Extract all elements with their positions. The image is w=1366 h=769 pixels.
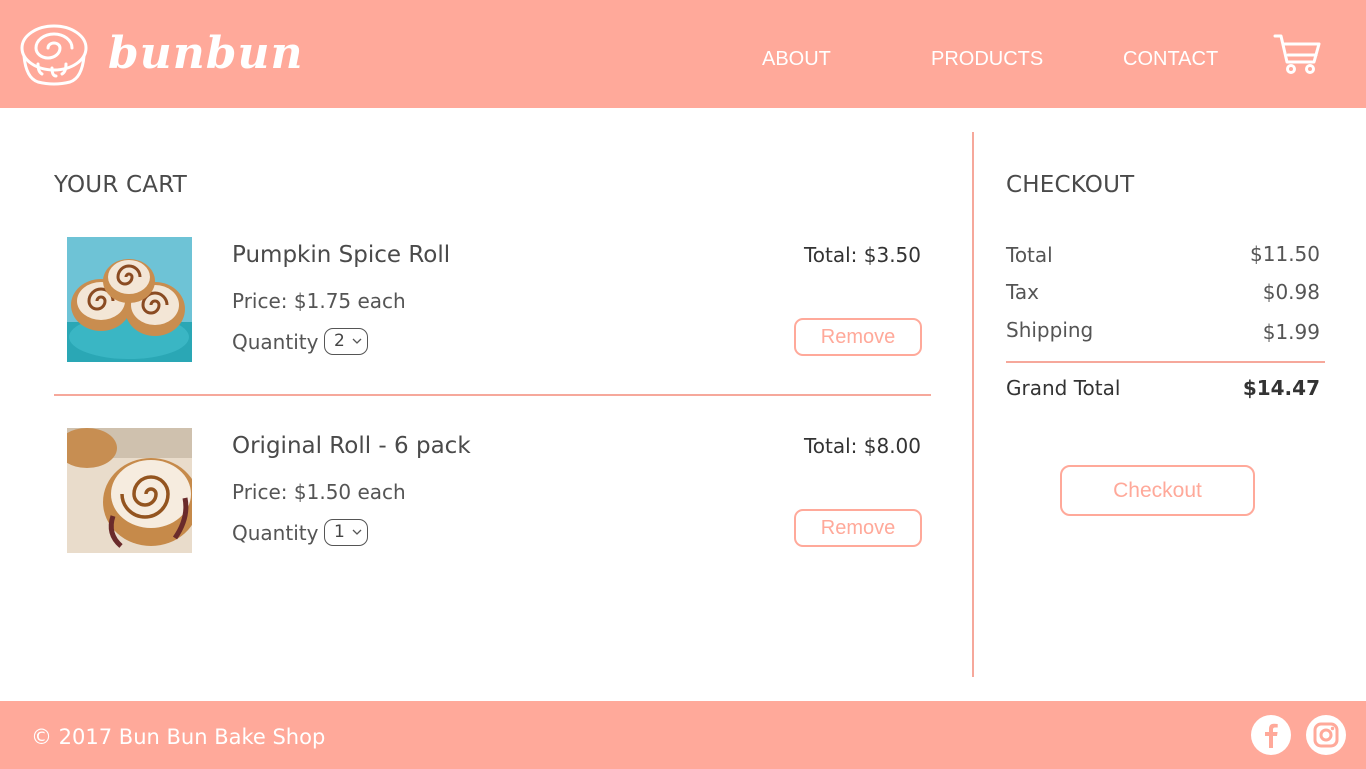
- chevron-down-icon: [352, 529, 362, 535]
- cart-item-name: Pumpkin Spice Roll: [232, 242, 451, 268]
- item-divider: [54, 394, 931, 396]
- summary-divider: [1006, 361, 1325, 363]
- cart-item-price: Price: $1.75 each: [232, 289, 406, 313]
- facebook-icon: [1265, 723, 1278, 748]
- nav-about[interactable]: ABOUT: [762, 46, 831, 72]
- summary-total-label: Total: [1006, 243, 1053, 267]
- quantity-value: 1: [334, 522, 345, 542]
- column-divider: [972, 132, 974, 677]
- quantity-select[interactable]: 1: [324, 519, 368, 546]
- checkout-title: CHECKOUT: [1006, 172, 1135, 198]
- cinnamon-roll-icon[interactable]: [18, 20, 90, 88]
- quantity-label: Quantity: [232, 330, 319, 354]
- cart-item-name: Original Roll - 6 pack: [232, 433, 471, 459]
- grand-total-value: $14.47: [1242, 376, 1320, 400]
- chevron-down-icon: [352, 338, 362, 344]
- summary-shipping-label: Shipping: [1006, 318, 1094, 342]
- grand-total-label: Grand Total: [1006, 376, 1121, 400]
- remove-button[interactable]: Remove: [794, 509, 922, 547]
- nav-contact[interactable]: CONTACT: [1123, 46, 1218, 72]
- instagram-link[interactable]: [1306, 715, 1346, 755]
- cart-item-total: Total: $8.00: [803, 434, 921, 458]
- product-image-pumpkin-spice-roll: [67, 237, 192, 362]
- checkout-button[interactable]: Checkout: [1060, 465, 1255, 516]
- cart-item-total: Total: $3.50: [803, 243, 921, 267]
- quantity-value: 2: [334, 331, 345, 351]
- facebook-link[interactable]: [1251, 715, 1291, 755]
- summary-shipping-value: $1.99: [1262, 320, 1320, 344]
- summary-total-value: $11.50: [1250, 242, 1320, 266]
- cart-title: YOUR CART: [54, 172, 187, 198]
- summary-tax-value: $0.98: [1262, 280, 1320, 304]
- remove-button[interactable]: Remove: [794, 318, 922, 356]
- cart-item-price: Price: $1.50 each: [232, 480, 406, 504]
- summary-tax-label: Tax: [1006, 280, 1039, 304]
- shopping-cart-icon[interactable]: [1272, 32, 1322, 76]
- site-footer: © 2017 Bun Bun Bake Shop: [0, 701, 1366, 769]
- quantity-select[interactable]: 2: [324, 328, 368, 355]
- brand-wordmark[interactable]: bunbun: [108, 26, 304, 82]
- copyright-text: © 2017 Bun Bun Bake Shop: [31, 725, 326, 749]
- site-header: bunbun ABOUT PRODUCTS CONTACT: [0, 0, 1366, 108]
- product-image-original-roll: [67, 428, 192, 553]
- instagram-icon: [1313, 722, 1339, 748]
- nav-products[interactable]: PRODUCTS: [931, 46, 1043, 72]
- quantity-label: Quantity: [232, 521, 319, 545]
